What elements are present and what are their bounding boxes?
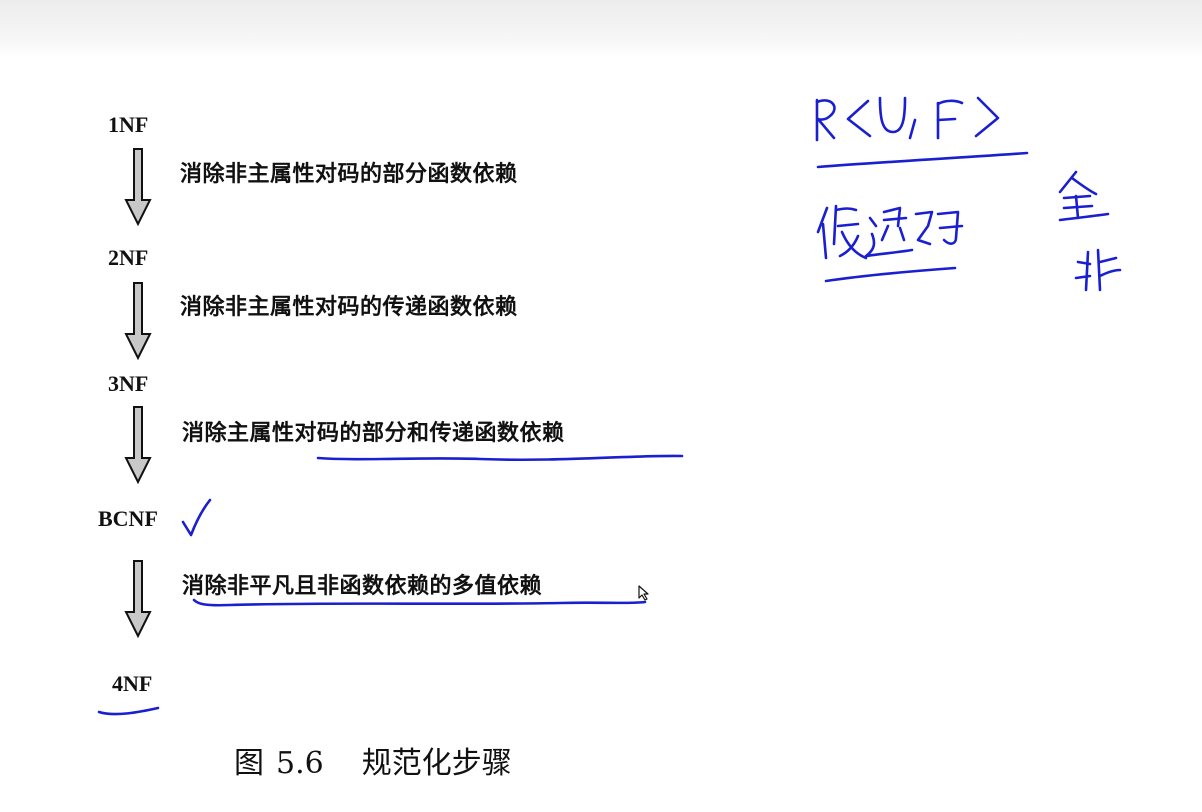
underline-4nf: [97, 706, 160, 716]
handwriting-candidate-key: [816, 204, 964, 260]
check-mark-icon: [181, 498, 212, 537]
handwriting-char-non: [1074, 248, 1122, 292]
handwriting-rule-line: [816, 151, 1029, 169]
mouse-cursor-icon: [638, 585, 649, 601]
handwritten-annotations: [97, 96, 1122, 716]
handwriting-underline-key: [824, 266, 957, 283]
underline-step-4: [192, 598, 647, 607]
handwriting-relation-schema: [815, 96, 1000, 142]
underline-step-3: [316, 454, 684, 462]
handwriting-char-full: [1058, 170, 1110, 222]
